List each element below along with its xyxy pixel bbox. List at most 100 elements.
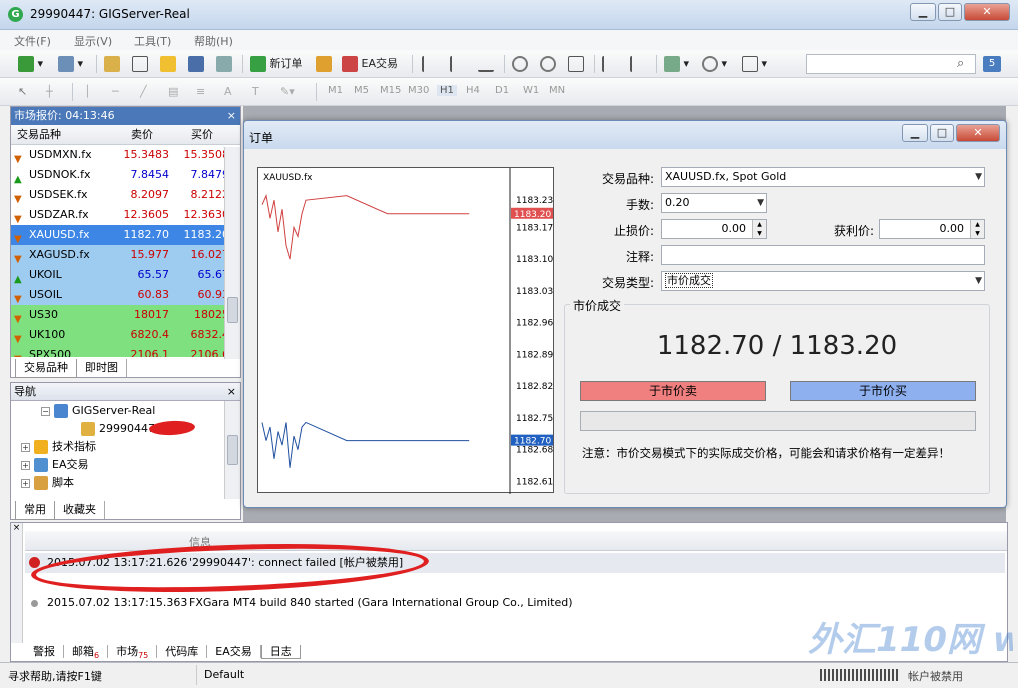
market-watch-row[interactable]: ▲ USDNOK.fx 7.8454 7.8479 bbox=[11, 165, 231, 185]
nav-account[interactable]: 29990447 bbox=[81, 421, 155, 437]
tf-m1[interactable]: M1 bbox=[328, 85, 343, 96]
text-tool[interactable]: A bbox=[224, 83, 232, 101]
history-button[interactable] bbox=[316, 55, 332, 73]
dialog-maximize-button[interactable]: □ bbox=[930, 124, 954, 142]
menu-view[interactable]: 显示(V) bbox=[74, 33, 112, 49]
vline-tool[interactable]: │ bbox=[84, 83, 91, 101]
market-watch-row[interactable]: ▼ USDMXN.fx 15.3483 15.3508 bbox=[11, 145, 231, 165]
tf-h1[interactable]: H1 bbox=[437, 85, 457, 96]
market-watch-row[interactable]: ▼ USOIL 60.83 60.93 bbox=[11, 285, 231, 305]
take-profit-input[interactable]: 0.00 ▲ ▼ bbox=[879, 219, 985, 239]
search-icon[interactable]: ⌕ bbox=[957, 56, 964, 71]
tab-symbols[interactable]: 交易品种 bbox=[15, 359, 77, 378]
chevron-down-icon: ▼ bbox=[757, 198, 764, 208]
spinner-icon: ▲ ▼ bbox=[970, 220, 984, 238]
volume-select[interactable]: 0.20 ▼ bbox=[661, 193, 767, 213]
tab-tick-chart[interactable]: 即时图 bbox=[77, 359, 127, 377]
new-order-button[interactable]: 新订单 bbox=[250, 55, 303, 73]
tab-experts[interactable]: EA交易 bbox=[207, 645, 261, 658]
tab-alerts[interactable]: 警报 bbox=[25, 645, 64, 658]
fibo-tool[interactable]: ≡ bbox=[196, 83, 205, 101]
nav-indicators[interactable]: + 技术指标 bbox=[21, 439, 96, 455]
nav-server[interactable]: − GIGServer-Real bbox=[41, 403, 155, 419]
tab-common[interactable]: 常用 bbox=[15, 501, 55, 520]
market-watch-row[interactable]: ▼ USDSEK.fx 8.2097 8.2122 bbox=[11, 185, 231, 205]
market-watch-row[interactable]: ▼ XAUUSD.fx 1182.70 1183.20 bbox=[11, 225, 231, 245]
close-button[interactable]: ✕ bbox=[964, 3, 1010, 21]
line-chart-button[interactable] bbox=[478, 55, 494, 73]
watermark-logo: 外汇110网 www.fx110.com bbox=[808, 620, 1013, 660]
tf-m5[interactable]: M5 bbox=[354, 85, 369, 96]
ea-trade-button[interactable]: EA交易 bbox=[342, 55, 398, 73]
crosshair-tool[interactable]: ┼ bbox=[46, 83, 53, 101]
terminal-button[interactable] bbox=[188, 55, 204, 73]
comment-input[interactable] bbox=[661, 245, 985, 265]
terminal-handle[interactable]: × bbox=[11, 523, 23, 643]
stop-loss-input[interactable]: 0.00 ▲ ▼ bbox=[661, 219, 767, 239]
arrows-tool[interactable]: ✎▾ bbox=[280, 83, 295, 101]
symbol-select[interactable]: XAUUSD.fx, Spot Gold ▼ bbox=[661, 167, 985, 187]
maximize-button[interactable]: □ bbox=[938, 3, 962, 21]
order-type-select[interactable]: 市价成交 ▼ bbox=[661, 271, 985, 291]
close-icon[interactable]: × bbox=[227, 107, 236, 125]
tf-mn[interactable]: MN bbox=[549, 85, 565, 96]
menu-tools[interactable]: 工具(T) bbox=[134, 33, 171, 49]
market-watch-row[interactable]: ▼SPX5002106.12106.6 bbox=[11, 345, 231, 357]
bar-chart-button[interactable] bbox=[422, 55, 438, 73]
indicators-button[interactable]: ▾ bbox=[664, 55, 689, 73]
tab-mailbox[interactable]: 邮箱6 bbox=[64, 645, 109, 660]
tf-h4[interactable]: H4 bbox=[466, 85, 480, 96]
hline-tool[interactable]: ─ bbox=[112, 83, 119, 101]
cursor-tool[interactable]: ↖ bbox=[18, 83, 27, 101]
crosshair-icon bbox=[132, 56, 148, 72]
line-icon bbox=[478, 56, 494, 72]
periods-button[interactable]: ▾ bbox=[702, 55, 727, 73]
favorites-button[interactable] bbox=[160, 55, 176, 73]
market-watch-row[interactable]: ▼ USDZAR.fx 12.3605 12.3630 bbox=[11, 205, 231, 225]
tf-m30[interactable]: M30 bbox=[408, 85, 429, 96]
minimize-button[interactable]: ▁ bbox=[910, 3, 936, 21]
chart-shift-button[interactable] bbox=[630, 55, 646, 73]
dialog-close-button[interactable]: ✕ bbox=[956, 124, 1000, 142]
menu-help[interactable]: 帮助(H) bbox=[194, 33, 233, 49]
market-watch-row[interactable]: ▼ US30 18017 18025 bbox=[11, 305, 231, 325]
label-tool[interactable]: T bbox=[252, 83, 259, 101]
market-watch-row[interactable]: ▼ XAGUSD.fx 15.977 16.027 bbox=[11, 245, 231, 265]
buy-button[interactable]: 于市价买 bbox=[790, 381, 976, 401]
sell-button[interactable]: 于市价卖 bbox=[580, 381, 766, 401]
menu-file[interactable]: 文件(F) bbox=[14, 33, 51, 49]
close-icon[interactable]: × bbox=[227, 383, 236, 401]
tf-m15[interactable]: M15 bbox=[380, 85, 401, 96]
market-watch-row[interactable]: ▼ UK100 6820.4 6832.4 bbox=[11, 325, 231, 345]
zoom-out-button[interactable] bbox=[540, 55, 556, 73]
candle-chart-button[interactable] bbox=[450, 55, 466, 73]
tab-favorites[interactable]: 收藏夹 bbox=[55, 501, 105, 519]
bar-chart-icon bbox=[422, 56, 438, 72]
tile-button[interactable] bbox=[568, 55, 584, 73]
market-watch-button[interactable] bbox=[104, 55, 120, 73]
chat-icon[interactable]: 5 bbox=[983, 56, 1001, 72]
templates-button[interactable]: ▾ bbox=[742, 55, 767, 73]
tab-journal[interactable]: 日志 bbox=[260, 645, 301, 659]
autoscroll-button[interactable] bbox=[602, 55, 618, 73]
dialog-minimize-button[interactable]: ▁ bbox=[902, 124, 928, 142]
new-chart-button[interactable]: ▾ bbox=[18, 55, 43, 73]
zoom-in-button[interactable] bbox=[512, 55, 528, 73]
tf-w1[interactable]: W1 bbox=[523, 85, 539, 96]
tab-market[interactable]: 市场75 bbox=[108, 645, 158, 660]
tester-button[interactable] bbox=[216, 55, 232, 73]
trendline-tool[interactable]: ╱ bbox=[140, 83, 147, 101]
zoom-out-icon bbox=[540, 56, 556, 72]
channel-tool[interactable]: ▤ bbox=[168, 83, 178, 101]
log-row-info[interactable]: 2015.07.02 13:17:15.363 FXGara MT4 build… bbox=[25, 593, 1005, 613]
nav-scripts[interactable]: + 脚本 bbox=[21, 475, 74, 491]
tf-d1[interactable]: D1 bbox=[495, 85, 509, 96]
market-watch-row[interactable]: ▲ UKOIL 65.57 65.67 bbox=[11, 265, 231, 285]
navigator-button[interactable] bbox=[132, 55, 148, 73]
search-input[interactable] bbox=[806, 54, 976, 74]
market-watch-scrollbar[interactable] bbox=[224, 147, 240, 359]
nav-experts[interactable]: + EA交易 bbox=[21, 457, 88, 473]
profiles-button[interactable]: ▾ bbox=[58, 55, 83, 73]
navigator-scrollbar[interactable] bbox=[224, 401, 240, 499]
tab-code-base[interactable]: 代码库 bbox=[157, 645, 208, 658]
